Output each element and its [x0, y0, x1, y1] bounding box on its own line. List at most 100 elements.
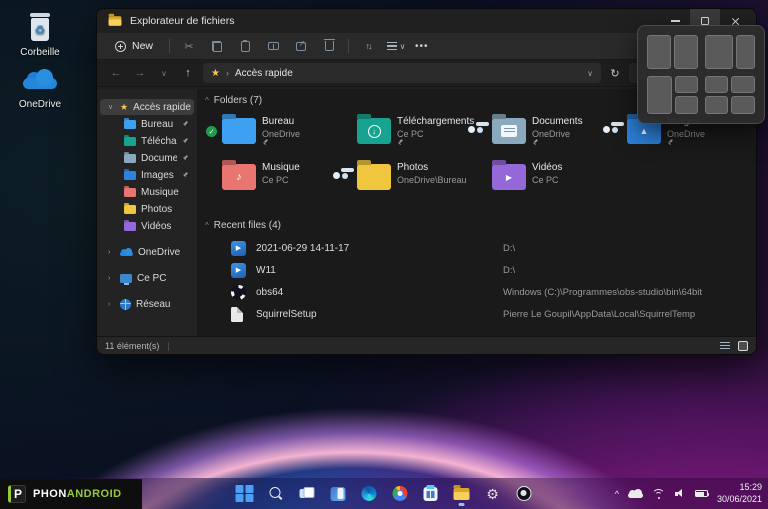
breadcrumb[interactable]: ★ › Accès rapide ∨: [203, 63, 601, 83]
view-options-icon[interactable]: ∨: [386, 38, 405, 54]
system-tray: ^ 15:29 30/06/2021: [615, 478, 762, 509]
new-button[interactable]: New: [109, 37, 159, 55]
sidebar-item-onedrive[interactable]: › OneDrive: [100, 244, 194, 260]
copy-icon[interactable]: [208, 38, 226, 54]
snap-option-wide-left[interactable]: [704, 35, 755, 69]
battery-icon[interactable]: [694, 490, 710, 497]
folder-icon: [492, 118, 526, 144]
chevron-right-icon[interactable]: ›: [108, 275, 115, 282]
folder-icon: [357, 164, 391, 190]
synced-status-icon: ✓: [206, 126, 217, 137]
content-pane: ^ Folders (7) ✓ Bureau OneDrive ↓ Téléch…: [197, 89, 756, 336]
store-button[interactable]: [419, 481, 443, 507]
desktop-icon-onedrive[interactable]: OneDrive: [8, 62, 72, 110]
item-count: 11 élément(s): [105, 340, 160, 351]
more-options-button[interactable]: •••: [415, 41, 429, 52]
folder-tile-telechargements[interactable]: ↓ Téléchargements Ce PC: [341, 114, 474, 154]
file-row[interactable]: ▶ W11 D:\: [205, 259, 756, 281]
folder-icon: [124, 187, 136, 197]
details-view-button[interactable]: [720, 342, 730, 349]
pin-icon: [182, 172, 189, 179]
sort-icon[interactable]: ↑↓: [359, 38, 377, 54]
paste-icon[interactable]: [236, 38, 254, 54]
windows-logo-icon: [235, 484, 254, 503]
share-icon[interactable]: [292, 38, 310, 54]
desktop-wallpaper: ♻ Corbeille OneDrive Explorateur de fich…: [0, 0, 768, 509]
onedrive-tray-icon[interactable]: [627, 489, 643, 498]
settings-button[interactable]: ⚙: [481, 481, 505, 507]
task-view-icon: [299, 487, 315, 500]
folder-icon: [124, 204, 136, 214]
up-button[interactable]: ↑: [179, 67, 197, 79]
edge-button[interactable]: [357, 481, 381, 507]
chrome-button[interactable]: [388, 481, 412, 507]
delete-icon[interactable]: [320, 38, 338, 54]
chevron-down-icon[interactable]: ∨: [108, 103, 115, 111]
pin-icon: [182, 138, 189, 145]
widgets-button[interactable]: [326, 481, 350, 507]
quick-access-star-icon: ★: [211, 67, 220, 79]
folder-icon: [222, 118, 256, 144]
file-row[interactable]: obs64 Windows (C:)\Programmes\obs-studio…: [205, 281, 756, 303]
gear-icon: ⚙: [486, 485, 499, 502]
sidebar-item-images[interactable]: Images: [100, 167, 194, 183]
folder-tile-photos[interactable]: Photos OneDrive\Bureau: [341, 160, 473, 200]
file-row[interactable]: ▶ 2021-06-29 14-11-17 D:\: [205, 237, 756, 259]
folder-tile-bureau[interactable]: ✓ Bureau OneDrive: [206, 114, 338, 154]
sidebar-item-bureau[interactable]: Bureau: [100, 116, 194, 132]
sidebar-item-musique[interactable]: Musique: [100, 184, 194, 200]
divider: [169, 39, 171, 53]
snap-layouts-flyout: [637, 25, 765, 124]
refresh-button[interactable]: ↻: [607, 67, 623, 80]
file-row[interactable]: SquirrelSetup Pierre Le Goupil\AppData\L…: [205, 303, 756, 325]
chevron-right-icon[interactable]: ›: [108, 249, 115, 256]
section-chevron-icon: ^: [205, 221, 209, 230]
list-lines-icon: [386, 42, 397, 50]
sidebar-item-ce-pc[interactable]: › Ce PC: [100, 270, 194, 286]
onedrive-cloud-icon: [23, 69, 57, 89]
snap-option-left-stacked-right[interactable]: [647, 75, 698, 114]
snap-option-quad[interactable]: [704, 75, 755, 114]
sidebar-item-photos[interactable]: Photos: [100, 201, 194, 217]
chevron-right-icon[interactable]: ›: [108, 301, 115, 308]
recycle-bin-label: Corbeille: [20, 47, 60, 58]
folder-tile-videos[interactable]: ▶ Vidéos Ce PC: [476, 160, 608, 200]
divider: [348, 39, 350, 53]
taskbar-search-button[interactable]: [264, 481, 288, 507]
taskbar-clock[interactable]: 15:29 30/06/2021: [717, 482, 762, 505]
wifi-icon[interactable]: [652, 488, 666, 499]
snap-option-two-columns[interactable]: [647, 35, 698, 69]
sidebar-item-quick-access[interactable]: ∨ ★ Accès rapide: [100, 99, 194, 115]
cut-icon[interactable]: ✂: [180, 38, 198, 54]
video-file-icon: ▶: [231, 262, 246, 278]
volume-icon[interactable]: [674, 489, 686, 499]
desktop-icon-recycle-bin[interactable]: ♻ Corbeille: [8, 10, 72, 58]
rename-icon[interactable]: [264, 38, 282, 54]
chrome-icon: [392, 486, 407, 501]
back-button[interactable]: ←: [107, 67, 125, 79]
crumb-separator-icon: ›: [225, 68, 229, 78]
video-file-icon: ▶: [231, 240, 246, 256]
recent-files-section-header[interactable]: ^ Recent files (4): [205, 220, 756, 231]
tray-overflow-chevron-icon[interactable]: ^: [615, 489, 619, 499]
sidebar-item-telechargements[interactable]: Téléchargements: [100, 133, 194, 149]
thumbnails-view-button[interactable]: [738, 340, 748, 351]
file-explorer-button[interactable]: [450, 481, 474, 507]
section-chevron-icon: ^: [205, 96, 209, 105]
start-button[interactable]: [233, 481, 257, 507]
store-icon: [423, 484, 438, 501]
sidebar-item-reseau[interactable]: › Réseau: [100, 296, 194, 312]
folder-tile-musique[interactable]: ♪ Musique Ce PC: [206, 160, 338, 200]
navigation-pane: ∨ ★ Accès rapide Bureau Téléchargements …: [97, 89, 197, 336]
document-file-icon: [231, 306, 243, 322]
obs-button[interactable]: [512, 481, 536, 507]
breadcrumb-dropdown-icon[interactable]: ∨: [587, 69, 593, 78]
folder-tile-documents[interactable]: Documents OneDrive: [476, 114, 608, 154]
task-view-button[interactable]: [295, 481, 319, 507]
widgets-icon: [330, 486, 345, 501]
sidebar-item-documents[interactable]: Documents: [100, 150, 194, 166]
forward-button[interactable]: →: [131, 67, 149, 79]
sidebar-item-videos[interactable]: Vidéos: [100, 218, 194, 234]
window-folder-icon: [108, 13, 122, 26]
history-dropdown-button[interactable]: ∨: [155, 69, 173, 78]
